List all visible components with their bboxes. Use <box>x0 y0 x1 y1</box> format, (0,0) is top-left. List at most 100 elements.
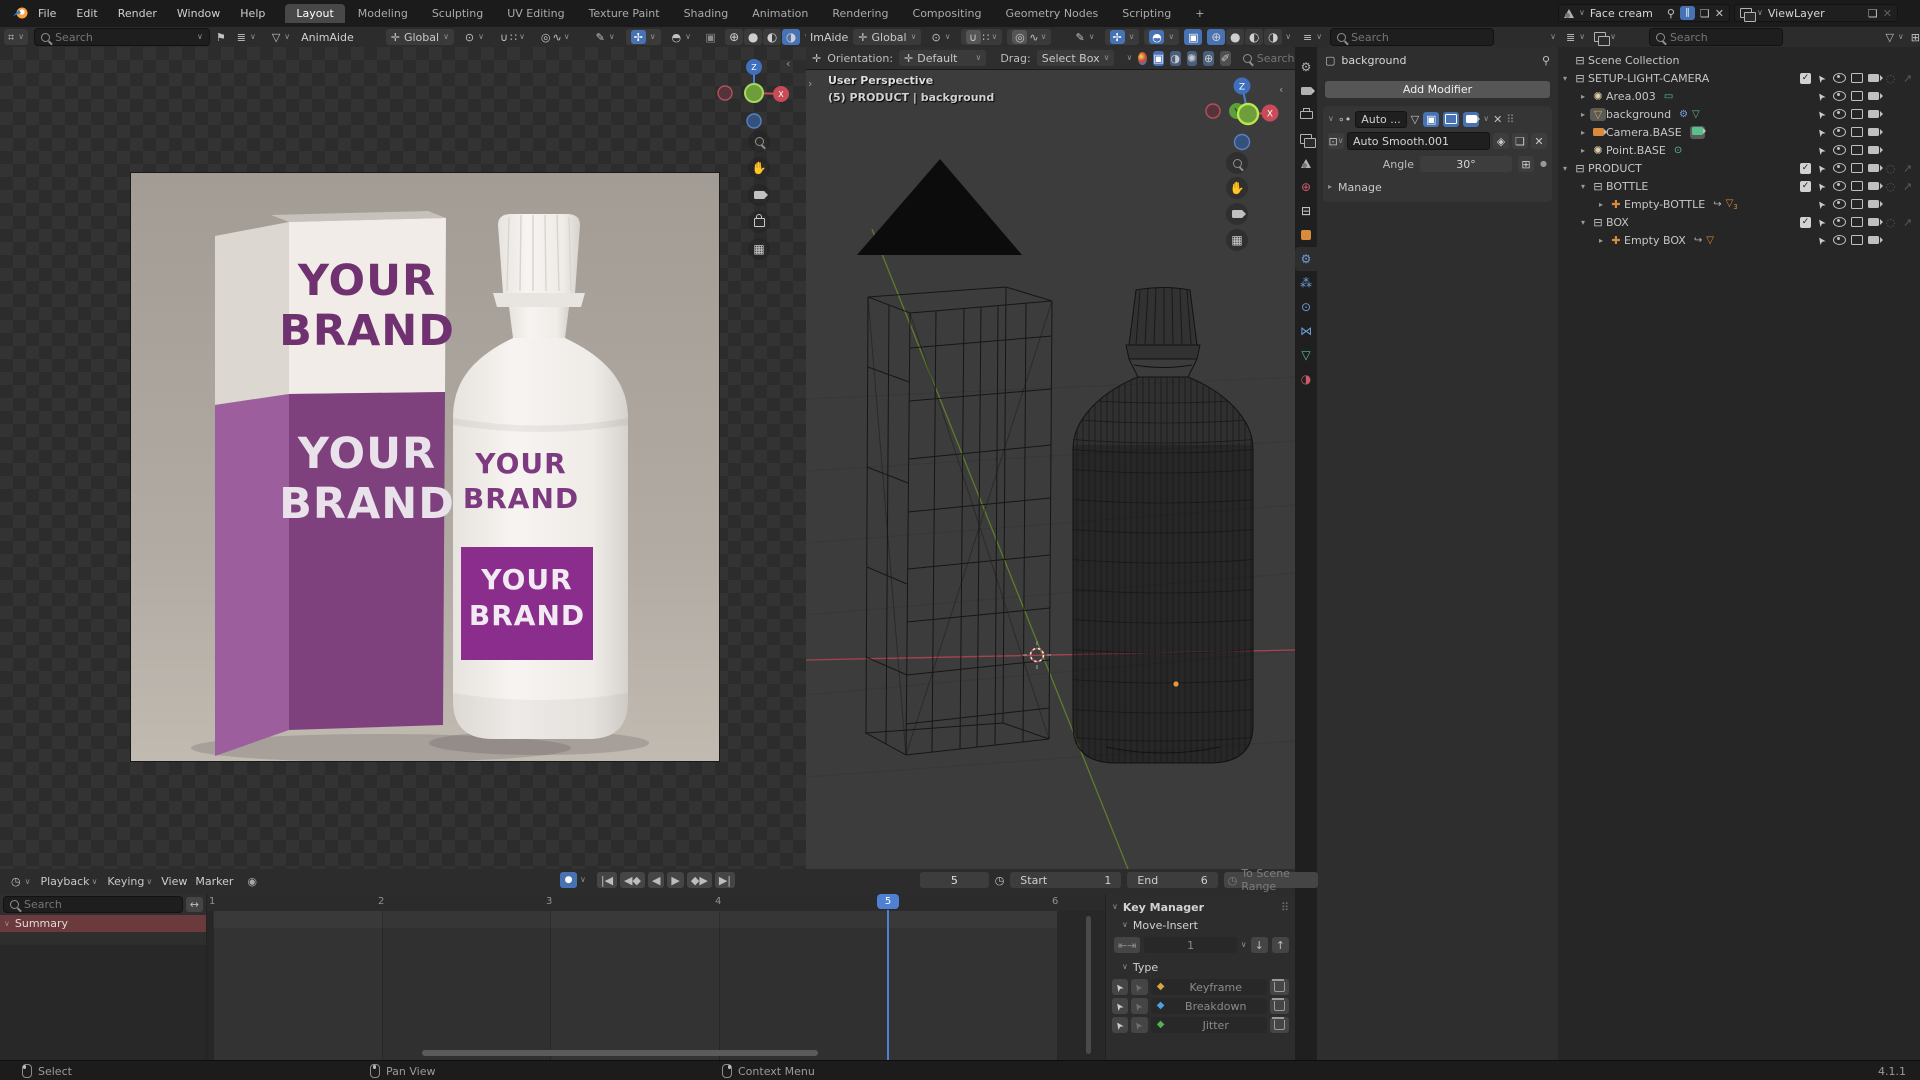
insert-up-button[interactable]: ↑ <box>1271 937 1289 953</box>
outliner-item-label[interactable]: Point.BASE <box>1606 144 1666 157</box>
holdout-icon[interactable]: ◌ <box>1886 73 1896 84</box>
move-tool-icon[interactable]: ✛ <box>812 53 821 64</box>
tab-geometry-nodes[interactable]: Geometry Nodes <box>994 4 1109 23</box>
pin-icon[interactable]: ⚲ <box>1542 55 1550 66</box>
menu-edit[interactable]: Edit <box>72 7 101 20</box>
left-nav-gizmo[interactable]: Z X <box>715 55 793 135</box>
camera-view-icon[interactable] <box>1226 203 1248 225</box>
next-keyframe-button[interactable]: ◆▶ <box>686 872 712 888</box>
outliner-item-label[interactable]: BOX <box>1606 216 1629 229</box>
selectable-icon[interactable]: ➤ <box>1815 72 1829 85</box>
prev-keyframe-button[interactable]: ◀◆ <box>620 872 645 888</box>
expand-collapse-button[interactable]: ↔ <box>185 897 203 912</box>
channel-search[interactable] <box>3 896 183 913</box>
drag-handle-icon[interactable]: ⠿ <box>1506 114 1514 125</box>
tab-material-icon[interactable]: ◑ <box>1295 367 1317 391</box>
display-mode-selector[interactable]: ∨ <box>1592 29 1618 46</box>
vertical-scrollbar[interactable] <box>1086 916 1091 1054</box>
render-disable-icon[interactable] <box>1868 92 1883 100</box>
hide-icon[interactable] <box>1833 73 1846 83</box>
drag-handle-icon[interactable]: ⠿ <box>1281 902 1289 913</box>
outliner-row[interactable]: ▸ ✚ Empty BOX ↪ ▽ ➤ <box>1558 231 1920 249</box>
animate-dot-icon[interactable]: ● <box>1540 160 1547 168</box>
frame-ruler[interactable]: 1 2 3 4 6 <box>206 894 1105 912</box>
end-frame-field[interactable]: End 6 <box>1127 872 1218 888</box>
chevron-down-icon[interactable]: ∨ <box>1126 54 1132 62</box>
tab-constraints-icon[interactable]: ⋈ <box>1295 319 1317 343</box>
perspective-toggle-icon[interactable]: ▦ <box>1226 229 1248 251</box>
search-input[interactable] <box>55 30 192 44</box>
filter-world-icon[interactable]: ⊕ <box>1203 50 1214 66</box>
tab-layout[interactable]: Layout <box>285 4 345 23</box>
hide-icon[interactable] <box>1833 235 1846 245</box>
outliner-item-label[interactable]: Empty BOX <box>1624 234 1686 247</box>
hide-icon[interactable] <box>1833 163 1846 173</box>
move-insert-header[interactable]: ∨ Move-Insert <box>1112 916 1289 934</box>
outliner-search[interactable] <box>1648 28 1783 46</box>
outliner-item-label[interactable]: BOTTLE <box>1606 180 1648 193</box>
playback-menu[interactable]: Playback ∨ <box>35 874 102 890</box>
outliner-row[interactable]: ▾ ⊟ BOTTLE ✓ ➤ ◌ ↗ <box>1558 177 1920 195</box>
copy-scene-icon[interactable]: ❏ <box>1700 8 1710 19</box>
scene-library-icon[interactable]: ∥ <box>1679 6 1695 20</box>
outliner-row[interactable]: ▸ Camera.BASE ➤ <box>1558 123 1920 141</box>
proportional-edit[interactable]: ◎ ∿ ∨ <box>536 29 575 45</box>
outliner-row[interactable]: ▾ ⊟ BOX ✓ ➤ ◌ ↗ <box>1558 213 1920 231</box>
tab-scripting[interactable]: Scripting <box>1111 4 1182 23</box>
tab-collection-icon[interactable]: ⊟ <box>1295 199 1317 223</box>
filter-editmode-icon[interactable]: ▣ <box>1153 50 1164 66</box>
pan-hand-icon[interactable]: ✋ <box>748 157 770 179</box>
viewport-disable-icon[interactable] <box>1850 73 1863 83</box>
unlink-icon[interactable]: ✕ <box>1531 133 1547 149</box>
keyframe-type-field[interactable]: ◆ Keyframe <box>1150 979 1267 995</box>
holdout-icon[interactable]: ◌ <box>1886 163 1896 174</box>
tab-scene-icon[interactable] <box>1295 151 1317 175</box>
collection-checkbox[interactable]: ✓ <box>1800 72 1811 84</box>
realtime-toggle-icon[interactable] <box>1443 111 1460 127</box>
playhead[interactable]: 5 <box>877 894 899 909</box>
outliner-item-label[interactable]: Area.003 <box>1606 90 1656 103</box>
hide-icon[interactable] <box>1833 145 1846 155</box>
shading-rendered-icon[interactable]: ◑ <box>1264 29 1283 45</box>
outliner-item-label[interactable]: Scene Collection <box>1588 54 1679 67</box>
select-keys-button[interactable]: ➤ <box>1112 998 1129 1014</box>
orientation-selector[interactable]: ✛ Global ∨ <box>385 29 454 45</box>
left-viewport[interactable]: YOUR BRAND YOUR BRAND YOUR BRAND YOUR BR… <box>0 47 807 869</box>
viewlayer-selector[interactable]: ∨ ViewLayer ❏ ✕ <box>1734 4 1898 22</box>
extras-chevron-icon[interactable]: ∨ <box>1483 115 1489 123</box>
render-disable-icon[interactable] <box>1868 200 1883 208</box>
viewport-disable-icon[interactable] <box>1850 181 1863 191</box>
selectable-icon[interactable]: ➤ <box>1815 144 1829 157</box>
to-scene-range-button[interactable]: ◷ To Scene Range <box>1223 867 1319 893</box>
new-collection-icon[interactable]: ⊞ <box>1911 32 1920 43</box>
select-keys-button[interactable]: ➤ <box>1112 979 1129 995</box>
collection-checkbox[interactable]: ✓ <box>1800 216 1811 228</box>
drag-dropdown[interactable]: Select Box ∨ <box>1036 50 1115 66</box>
outliner-item-label[interactable]: SETUP-LIGHT-CAMERA <box>1588 72 1709 85</box>
expand-icon[interactable]: ∨ <box>1328 115 1334 123</box>
selectable-icon[interactable]: ➤ <box>1815 180 1829 193</box>
indirect-only-icon[interactable]: ↗ <box>1903 181 1912 192</box>
perspective-toggle-icon[interactable]: ▦ <box>748 238 770 260</box>
area-light-data-icon[interactable]: ▭ <box>1664 91 1673 102</box>
delete-keys-button[interactable] <box>1270 998 1289 1014</box>
viewport-disable-icon[interactable] <box>1850 127 1863 137</box>
properties-editor-selector[interactable]: ≡ ∨ <box>1301 29 1324 45</box>
xray-toggle[interactable]: ▣ <box>1184 29 1203 45</box>
chevron-down-icon[interactable]: ∨ <box>1285 33 1291 41</box>
scene-selector[interactable]: ∨ Face cream ⚲ ∥ ❏ ✕ <box>1558 4 1731 22</box>
indirect-only-icon[interactable]: ↗ <box>1903 73 1912 84</box>
animaide-label[interactable]: AnimAide <box>301 31 354 44</box>
manage-subpanel[interactable]: ▸ Manage <box>1328 178 1547 196</box>
expand-icon[interactable]: ▾ <box>1576 218 1590 227</box>
expand-icon[interactable]: ▸ <box>1576 128 1590 137</box>
deselect-keys-button[interactable]: ➤ <box>1131 998 1148 1014</box>
viewport-disable-icon[interactable] <box>1850 109 1863 119</box>
xray-toggle[interactable]: ▣ <box>702 29 719 45</box>
summary-channel[interactable]: ∨ Summary <box>0 915 206 932</box>
snap-controls[interactable]: ∪ ∷ ∨ <box>495 29 530 45</box>
menu-help[interactable]: Help <box>236 7 269 20</box>
tab-render-icon[interactable] <box>1295 79 1317 103</box>
snap-controls[interactable]: ∪ ∷ ∨ <box>960 29 1003 45</box>
expand-icon[interactable]: ▸ <box>1576 92 1590 101</box>
